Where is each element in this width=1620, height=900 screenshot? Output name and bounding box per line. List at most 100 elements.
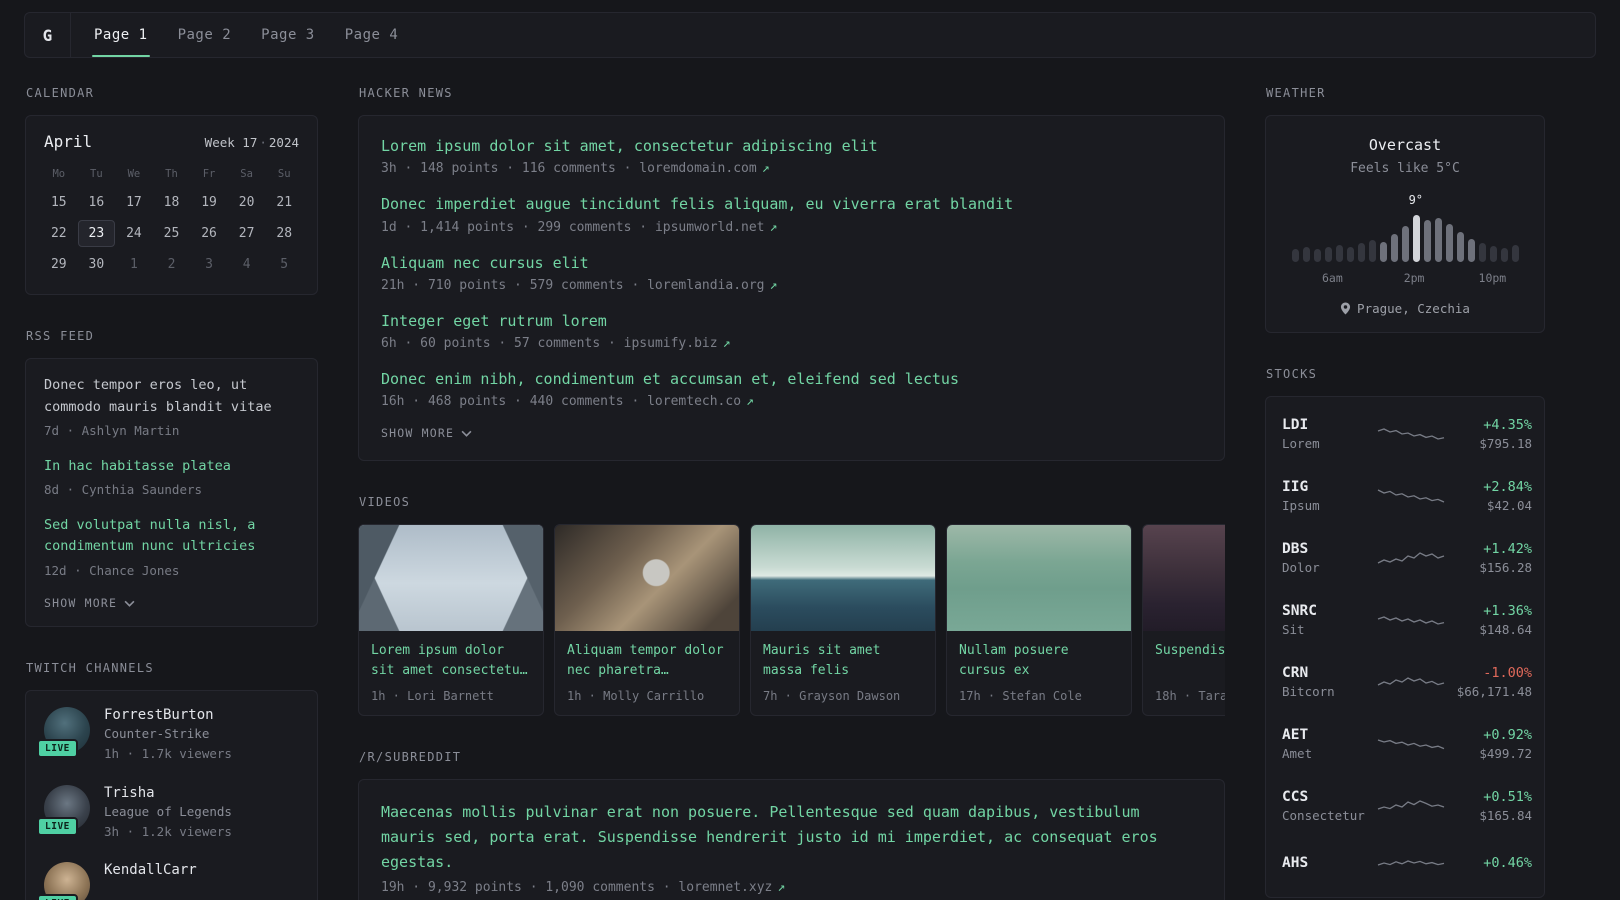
stock-symbol: LDI bbox=[1282, 417, 1309, 433]
right-column: WEATHER Overcast Feels like 5°C 9° 6am 2p… bbox=[1265, 86, 1545, 900]
stock-row[interactable]: DBS Dolor +1.42% $156.28 bbox=[1282, 527, 1532, 589]
hn-post-domain[interactable]: ipsumworld.net bbox=[655, 220, 765, 235]
video-thumbnail[interactable] bbox=[1143, 525, 1225, 632]
hn-post-domain[interactable]: loremtech.co bbox=[647, 394, 741, 409]
stock-row[interactable]: CRN Bitcorn -1.00% $66,171.48 bbox=[1282, 651, 1532, 713]
stock-symbol: SNRC bbox=[1282, 603, 1317, 619]
stock-row[interactable]: AET Amet +0.92% $499.72 bbox=[1282, 713, 1532, 775]
weather-bar bbox=[1379, 242, 1387, 262]
hn-post-title[interactable]: Lorem ipsum dolor sit amet, consectetur … bbox=[381, 136, 1202, 156]
stock-id: CCS Consectetur bbox=[1282, 789, 1376, 823]
hn-post-domain[interactable]: loremlandia.org bbox=[647, 278, 764, 293]
video-card[interactable]: Mauris sit amet massa felis 7h · Grayson… bbox=[750, 524, 936, 717]
stock-id: DBS Dolor bbox=[1282, 541, 1376, 575]
stock-id: SNRC Sit bbox=[1282, 603, 1376, 637]
stock-row[interactable]: AHS +0.46% bbox=[1282, 837, 1532, 891]
tab-page-4[interactable]: Page 4 bbox=[330, 13, 414, 57]
hn-post-domain[interactable]: ipsumify.biz bbox=[624, 336, 718, 351]
hn-post-meta: 3h · 148 points · 116 comments · loremdo… bbox=[381, 161, 1202, 176]
calendar-day: 30 bbox=[88, 257, 105, 272]
video-card[interactable]: Aliquam tempor dolor nec pharetra… 1h · … bbox=[554, 524, 740, 717]
rss-item-title[interactable]: Donec tempor eros leo, ut commodo mauris… bbox=[44, 375, 299, 418]
weather-condition: Overcast bbox=[1368, 136, 1442, 154]
stock-price: $148.64 bbox=[1479, 622, 1532, 637]
weather-bar bbox=[1390, 234, 1398, 262]
hn-post-title[interactable]: Integer eget rutrum lorem bbox=[381, 311, 1202, 331]
hn-post-stats: 21h · 710 points · 579 comments · bbox=[381, 277, 648, 293]
video-card[interactable]: Nullam posuere cursus ex 17h · Stefan Co… bbox=[946, 524, 1132, 717]
weather-bar bbox=[1434, 218, 1442, 262]
weather-widget: WEATHER Overcast Feels like 5°C 9° 6am 2p… bbox=[1265, 86, 1545, 333]
stock-row[interactable]: CCS Consectetur +0.51% $165.84 bbox=[1282, 775, 1532, 837]
hn-post-title[interactable]: Donec enim nibh, condimentum et accumsan… bbox=[381, 369, 1202, 389]
video-body: Lorem ipsum dolor sit amet consectetu… 1… bbox=[359, 631, 543, 715]
stock-symbol: CCS bbox=[1282, 789, 1309, 805]
external-link-icon: ↗ bbox=[769, 219, 778, 235]
hn-post-meta: 21h · 710 points · 579 comments · loreml… bbox=[381, 278, 1202, 293]
video-body: Nullam posuere cursus ex 17h · Stefan Co… bbox=[947, 631, 1131, 715]
video-meta: 17h · Stefan Cole bbox=[959, 689, 1082, 704]
weather-bar bbox=[1467, 239, 1475, 262]
external-link-icon: ↗ bbox=[722, 336, 731, 351]
twitch-channel-row[interactable]: LIVE KendallCarr bbox=[37, 862, 299, 900]
hn-post-meta: 16h · 468 points · 440 comments · loremt… bbox=[381, 394, 1202, 409]
calendar-widget: CALENDAR April Week 17 · 2024 Mo Tu We Th Fr Sa… bbox=[25, 86, 318, 295]
subreddit-post-domain[interactable]: loremnet.xyz bbox=[678, 880, 772, 895]
left-column: CALENDAR April Week 17 · 2024 Mo Tu We Th Fr Sa… bbox=[25, 86, 318, 900]
hn-show-more-button[interactable]: SHOW MORE bbox=[381, 426, 1202, 440]
rss-show-more-button[interactable]: SHOW MORE bbox=[44, 596, 299, 610]
video-thumbnail[interactable] bbox=[751, 525, 935, 632]
twitch-channel-row[interactable]: LIVE ForrestBurton Counter-Strike 1h · 1… bbox=[37, 707, 299, 763]
stock-symbol: AET bbox=[1282, 727, 1309, 743]
video-thumbnail[interactable] bbox=[947, 525, 1131, 632]
hn-post-title[interactable]: Aliquam nec cursus elit bbox=[381, 253, 1202, 273]
tab-page-2[interactable]: Page 2 bbox=[163, 13, 247, 57]
video-title[interactable]: Lorem ipsum dolor sit amet consectetu… bbox=[371, 641, 531, 682]
subreddit-post-title[interactable]: Maecenas mollis pulvinar erat non posuer… bbox=[381, 800, 1202, 874]
video-card[interactable]: Suspendisse diam 18h · Tara bbox=[1142, 524, 1225, 717]
video-title[interactable]: Aliquam tempor dolor nec pharetra… bbox=[567, 641, 727, 682]
weather-bar bbox=[1478, 243, 1486, 262]
hn-post-title[interactable]: Donec imperdiet augue tincidunt felis al… bbox=[381, 194, 1202, 214]
stock-sparkline bbox=[1377, 860, 1445, 866]
video-meta: 1h · Molly Carrillo bbox=[567, 689, 705, 704]
tab-page-1[interactable]: Page 1 bbox=[79, 13, 163, 57]
rss-item: Donec tempor eros leo, ut commodo mauris… bbox=[44, 375, 299, 440]
video-thumbnail[interactable] bbox=[359, 525, 543, 632]
video-title[interactable]: Suspendisse diam bbox=[1155, 641, 1225, 682]
rss-item-title[interactable]: In hac habitasse platea bbox=[44, 456, 299, 478]
hacker-news-card: Lorem ipsum dolor sit amet, consectetur … bbox=[358, 115, 1225, 462]
hn-post-stats: 3h · 148 points · 116 comments · bbox=[381, 161, 640, 177]
calendar-day: 28 bbox=[276, 226, 293, 241]
video-card[interactable]: Lorem ipsum dolor sit amet consectetu… 1… bbox=[358, 524, 544, 717]
calendar-day: 22 bbox=[50, 226, 67, 241]
stock-row[interactable]: LDI Lorem +4.35% $795.18 bbox=[1282, 403, 1532, 465]
video-title[interactable]: Mauris sit amet massa felis bbox=[763, 641, 923, 682]
calendar-day: 2 bbox=[167, 257, 176, 272]
stock-row[interactable]: IIG Ipsum +2.84% $42.04 bbox=[1282, 465, 1532, 527]
calendar-month: April bbox=[44, 132, 93, 151]
videos-widget: VIDEOS Lorem ipsum dolor sit amet consec… bbox=[358, 495, 1225, 717]
channel-name: KendallCarr bbox=[104, 862, 197, 879]
video-title[interactable]: Nullam posuere cursus ex bbox=[959, 641, 1119, 682]
rss-item-title[interactable]: Sed volutpat nulla nisl, a condimentum n… bbox=[44, 515, 299, 558]
section-title-stocks: STOCKS bbox=[1266, 367, 1318, 381]
video-thumbnail[interactable] bbox=[555, 525, 739, 632]
rss-item: Sed volutpat nulla nisl, a condimentum n… bbox=[44, 515, 299, 580]
weather-bar bbox=[1445, 224, 1453, 262]
section-title-hacker-news: HACKER NEWS bbox=[359, 86, 453, 100]
section-title-weather: WEATHER bbox=[1266, 86, 1326, 100]
stock-name: Consectetur bbox=[1282, 808, 1365, 823]
tab-page-3[interactable]: Page 3 bbox=[246, 13, 330, 57]
stock-values: +0.51% $165.84 bbox=[1446, 789, 1532, 823]
hn-post-domain[interactable]: loremdomain.com bbox=[639, 161, 756, 176]
stock-sparkline bbox=[1377, 489, 1445, 503]
stock-price: $165.84 bbox=[1479, 808, 1532, 823]
hn-post: Aliquam nec cursus elit 21h · 710 points… bbox=[381, 253, 1202, 293]
rss-widget: RSS FEED Donec tempor eros leo, ut commo… bbox=[25, 329, 318, 628]
twitch-channel-row[interactable]: LIVE Trisha League of Legends 3h · 1.2k … bbox=[37, 784, 299, 841]
stock-symbol: IIG bbox=[1282, 479, 1309, 495]
calendar-dow-label: Tu bbox=[90, 168, 103, 180]
hn-post: Donec enim nibh, condimentum et accumsan… bbox=[381, 369, 1202, 409]
stock-row[interactable]: SNRC Sit +1.36% $148.64 bbox=[1282, 589, 1532, 651]
